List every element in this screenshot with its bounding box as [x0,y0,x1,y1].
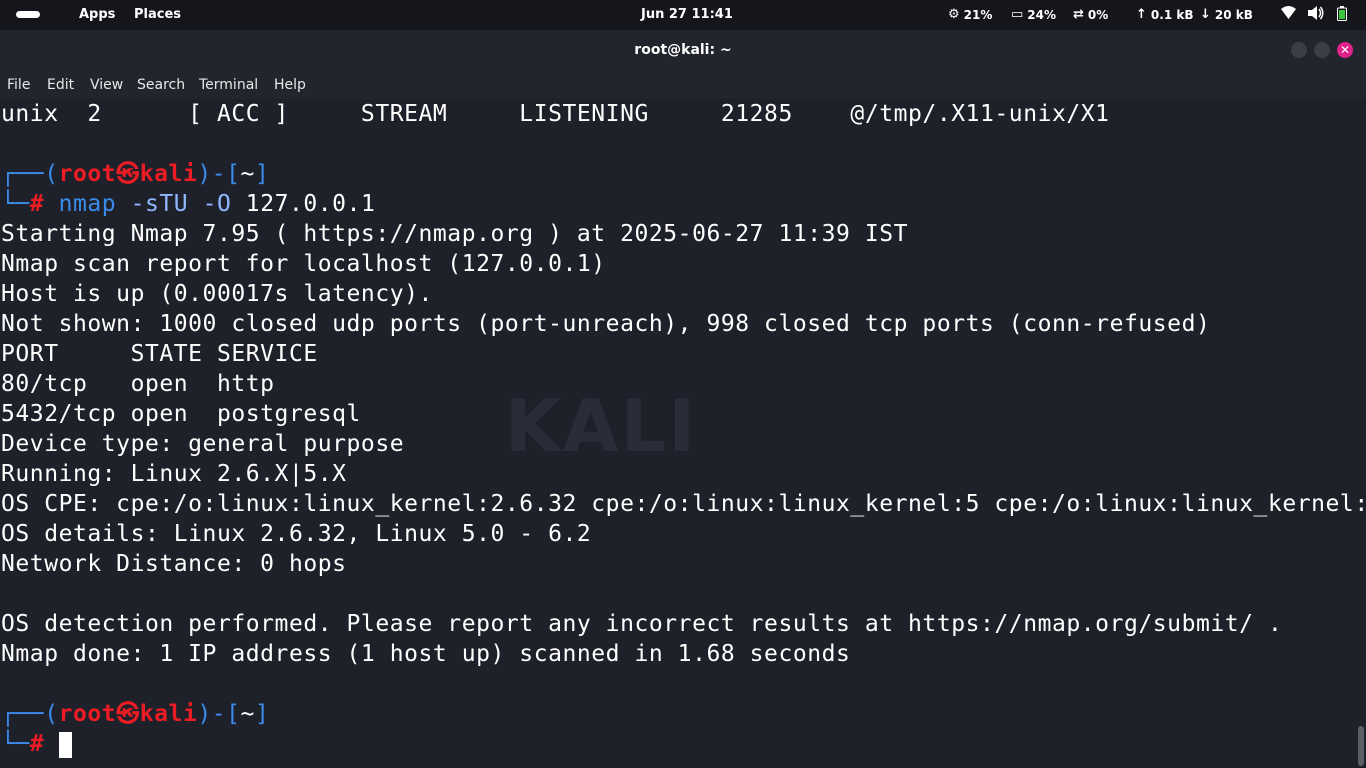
upload-value: 0.1 kB [1150,7,1194,22]
output-line: Nmap done: 1 IP address (1 host up) scan… [1,641,851,667]
maximize-button[interactable] [1314,42,1330,58]
output-line: unix 2 [ ACC ] STREAM LISTENING 21285 @/… [1,101,1110,127]
prompt-host: kali [139,161,198,187]
output-line: 5432/tcp open postgresql [1,401,361,427]
battery-icon[interactable] [1337,6,1347,25]
window-title: root@kali: ~ [634,42,732,58]
memory-monitor[interactable]: ▭ 24% [1011,7,1056,22]
clock[interactable]: Jun 27 11:41 [641,7,733,22]
prompt-dir: ~ [240,701,255,727]
input-line[interactable]: └─# [1,729,72,759]
download-value: 20 kB [1214,7,1253,22]
swap-value: 0% [1087,7,1109,22]
prompt-dir: ~ [240,161,255,187]
command-name: nmap [58,191,117,217]
menu-edit[interactable]: Edit [47,77,74,93]
download-monitor[interactable]: ↓ 20 kB [1200,7,1253,22]
cpu-monitor[interactable]: ⚙ 21% [948,7,992,22]
command-line: └─# nmap -sTU -O 127.0.0.1 [1,191,376,217]
memory-icon: ▭ [1011,7,1024,22]
minimize-button[interactable] [1291,42,1307,58]
upload-arrow-icon: ↑ [1136,7,1147,22]
scrollbar-thumb[interactable] [1358,726,1364,766]
menu-view[interactable]: View [90,77,123,93]
prompt-at-symbol: ㉿ [116,161,140,187]
apps-menu[interactable]: Apps [79,7,115,22]
close-icon: ✕ [1339,43,1351,57]
prompt-line: ┌──(root㉿kali)-[~] [1,161,270,187]
command-target: 127.0.0.1 [245,191,376,217]
swap-icon: ⇄ [1073,7,1084,22]
prompt-user: root [58,161,117,187]
terminal-menubar: File Edit View Search Terminal Help [0,71,1366,99]
memory-value: 24% [1027,7,1057,22]
output-line: Device type: general purpose [1,431,405,457]
prompt-host: kali [139,701,198,727]
close-button[interactable]: ✕ [1337,42,1353,58]
cpu-value: 21% [963,7,993,22]
output-line: Network Distance: 0 hops [1,551,347,577]
wifi-icon[interactable] [1281,6,1296,23]
output-line: PORT STATE SERVICE [1,341,318,367]
cpu-icon: ⚙ [948,7,960,22]
output-line: Not shown: 1000 closed udp ports (port-u… [1,311,1211,337]
text-cursor [58,731,72,758]
menu-terminal[interactable]: Terminal [199,77,258,93]
volume-icon[interactable] [1308,6,1324,24]
output-line: Host is up (0.00017s latency). [1,281,433,307]
prompt-at-symbol: ㉿ [116,701,140,727]
output-line: OS CPE: cpe:/o:linux:linux_kernel:2.6.32… [1,491,1366,517]
terminal-output-area[interactable]: KALI unix 2 [ ACC ] STREAM LISTENING 212… [0,99,1366,768]
terminal-titlebar[interactable]: root@kali: ~ ✕ [0,30,1366,71]
output-line: Running: Linux 2.6.X|5.X [1,461,347,487]
output-line: OS detection performed. Please report an… [1,611,1283,637]
output-line: OS details: Linux 2.6.32, Linux 5.0 - 6.… [1,521,592,547]
output-line: 80/tcp open http [1,371,275,397]
kali-wallpaper-logo: KALI [505,384,698,468]
command-flags: -sTU -O [130,191,232,217]
swap-monitor[interactable]: ⇄ 0% [1073,7,1108,22]
output-line: Nmap scan report for localhost (127.0.0.… [1,251,606,277]
output-line: Starting Nmap 7.95 ( https://nmap.org ) … [1,221,909,247]
download-arrow-icon: ↓ [1200,7,1211,22]
menu-help[interactable]: Help [274,77,306,93]
prompt-user: root [58,701,117,727]
menu-search[interactable]: Search [137,77,185,93]
places-menu[interactable]: Places [134,7,181,22]
menu-file[interactable]: File [7,77,30,93]
upload-monitor[interactable]: ↑ 0.1 kB [1136,7,1193,22]
activities-button[interactable] [16,11,40,18]
prompt-line: ┌──(root㉿kali)-[~] [1,701,270,727]
top-panel: Apps Places Jun 27 11:41 ⚙ 21% ▭ 24% ⇄ 0… [0,0,1366,30]
